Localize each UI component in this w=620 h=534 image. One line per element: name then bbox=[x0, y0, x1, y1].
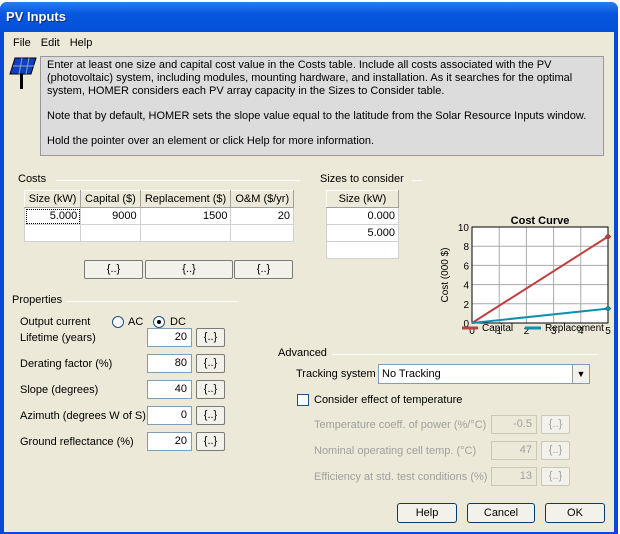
property-label: Derating factor (%) bbox=[20, 358, 113, 370]
dialog-client: File Edit Help Enter at least one size a… bbox=[4, 32, 614, 532]
property-input[interactable]: 0 bbox=[147, 406, 192, 425]
legend-label: Replacement bbox=[545, 323, 604, 334]
col-capital: Capital ($) bbox=[80, 190, 141, 208]
chevron-down-icon[interactable]: ▼ bbox=[572, 365, 589, 383]
legend-label: Capital bbox=[482, 323, 513, 334]
cell[interactable] bbox=[139, 224, 232, 242]
info-text-3: Hold the pointer over an element or clic… bbox=[47, 135, 375, 147]
sensitivity-button[interactable]: {..} bbox=[196, 328, 225, 347]
y-tick-label: 6 bbox=[463, 261, 469, 272]
sensitivity-button[interactable]: {..} bbox=[541, 467, 570, 486]
costs-label: Costs bbox=[18, 173, 47, 185]
sizes-label: Sizes to consider bbox=[320, 173, 404, 185]
property-input[interactable]: 80 bbox=[147, 354, 192, 373]
tracking-system-select[interactable]: No Tracking ▼ bbox=[378, 364, 590, 384]
plot-area bbox=[471, 226, 609, 324]
window-title: PV Inputs bbox=[6, 9, 66, 24]
help-button[interactable]: Help bbox=[397, 503, 457, 523]
pv-inputs-window: PV Inputs File Edit Help Enter at least … bbox=[0, 2, 618, 534]
tracking-value: No Tracking bbox=[382, 368, 441, 380]
col-om: O&M ($/yr) bbox=[230, 190, 294, 208]
property-label: Lifetime (years) bbox=[20, 332, 96, 344]
solar-panel-icon bbox=[9, 57, 37, 89]
table-row: 5.000 9000 1500 20 bbox=[23, 207, 294, 225]
col-size: Size (kW) bbox=[23, 190, 82, 208]
property-input[interactable]: 20 bbox=[147, 432, 192, 451]
sensitivity-button[interactable]: {..} bbox=[196, 406, 225, 425]
cell[interactable]: 1500 bbox=[139, 207, 232, 225]
cell[interactable] bbox=[326, 241, 399, 259]
temperature-checkbox[interactable] bbox=[297, 394, 309, 406]
advanced-field-label: Nominal operating cell temp. (°C) bbox=[314, 445, 477, 457]
capital-sensitivity-button[interactable]: {..} bbox=[84, 260, 143, 279]
cell[interactable]: 5.000 bbox=[326, 224, 399, 242]
dc-label: DC bbox=[170, 316, 186, 328]
info-text-2: Note that by default, HOMER sets the slo… bbox=[47, 110, 587, 122]
table-row bbox=[23, 224, 294, 242]
property-label: Ground reflectance (%) bbox=[20, 436, 134, 448]
dc-radio[interactable] bbox=[153, 316, 165, 328]
tracking-label: Tracking system bbox=[296, 368, 376, 380]
menu-bar: File Edit Help bbox=[8, 35, 97, 51]
sensitivity-button[interactable]: {..} bbox=[196, 432, 225, 451]
cell[interactable] bbox=[230, 224, 294, 242]
ok-button[interactable]: OK bbox=[545, 503, 605, 523]
y-tick-label: 2 bbox=[463, 300, 469, 311]
y-tick-label: 4 bbox=[463, 281, 469, 292]
chart-title: Cost Curve bbox=[511, 215, 570, 227]
cell[interactable]: 5.000 bbox=[23, 207, 82, 225]
cell[interactable] bbox=[80, 224, 141, 242]
info-panel: Enter at least one size and capital cost… bbox=[40, 56, 604, 156]
cost-curve-chart: 0123450246810Cost CurveSize (kW)Cost (00… bbox=[440, 215, 612, 336]
property-input[interactable]: 40 bbox=[147, 380, 192, 399]
ac-radio[interactable] bbox=[112, 316, 124, 328]
sensitivity-button[interactable]: {..} bbox=[541, 415, 570, 434]
y-axis-label: Cost (000 $) bbox=[440, 247, 451, 302]
sensitivity-button[interactable]: {..} bbox=[541, 441, 570, 460]
replacement-sensitivity-button[interactable]: {..} bbox=[145, 260, 233, 279]
costs-table[interactable]: Size (kW) Capital ($) Replacement ($) O&M (… bbox=[23, 190, 294, 242]
om-sensitivity-button[interactable]: {..} bbox=[234, 260, 293, 279]
title-bar[interactable]: PV Inputs bbox=[0, 2, 618, 32]
advanced-field-input[interactable]: 13 bbox=[491, 467, 537, 486]
advanced-label: Advanced bbox=[278, 347, 327, 359]
cell[interactable]: 0.000 bbox=[326, 207, 399, 225]
sizes-table[interactable]: Size (kW) 0.000 5.000 bbox=[326, 190, 399, 259]
sensitivity-button[interactable]: {..} bbox=[196, 354, 225, 373]
x-tick-label: 5 bbox=[605, 326, 611, 336]
property-label: Azimuth (degrees W of S) bbox=[20, 410, 146, 422]
y-tick-label: 10 bbox=[458, 223, 470, 234]
col-replacement: Replacement ($) bbox=[139, 190, 232, 208]
cell[interactable]: 20 bbox=[230, 207, 294, 225]
menu-file[interactable]: File bbox=[8, 35, 36, 51]
cancel-button[interactable]: Cancel bbox=[467, 503, 535, 523]
advanced-field-label: Temperature coeff. of power (%/°C) bbox=[314, 419, 487, 431]
advanced-field-input[interactable]: 47 bbox=[491, 441, 537, 460]
y-tick-label: 8 bbox=[463, 242, 469, 253]
output-current-label: Output current bbox=[20, 316, 91, 328]
menu-help[interactable]: Help bbox=[65, 35, 98, 51]
property-input[interactable]: 20 bbox=[147, 328, 192, 347]
temperature-checkbox-label: Consider effect of temperature bbox=[314, 394, 463, 406]
properties-label: Properties bbox=[12, 294, 63, 306]
info-text-1: Enter at least one size and capital cost… bbox=[47, 59, 573, 97]
advanced-field-input[interactable]: -0.5 bbox=[491, 415, 537, 434]
col-size: Size (kW) bbox=[326, 190, 399, 208]
property-label: Slope (degrees) bbox=[20, 384, 99, 396]
menu-edit[interactable]: Edit bbox=[36, 35, 65, 51]
cell[interactable] bbox=[23, 224, 82, 242]
advanced-field-label: Efficiency at std. test conditions (%) bbox=[314, 471, 488, 483]
ac-label: AC bbox=[128, 316, 144, 328]
cell[interactable]: 9000 bbox=[80, 207, 141, 225]
sensitivity-button[interactable]: {..} bbox=[196, 380, 225, 399]
